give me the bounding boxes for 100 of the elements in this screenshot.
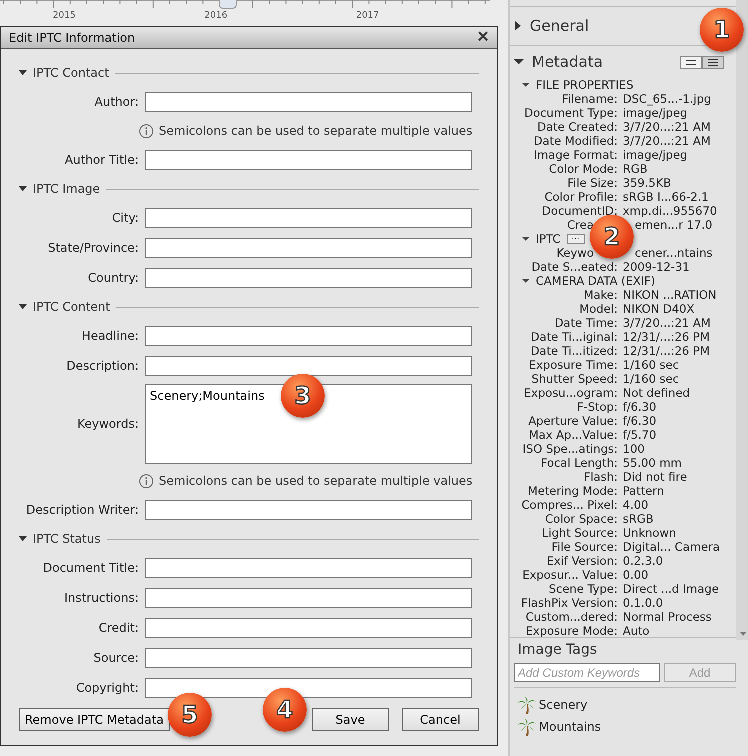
field-label: Description:	[66, 359, 140, 373]
input-field[interactable]	[145, 268, 472, 288]
field-label: Instructions:	[63, 591, 140, 605]
metadata-value: image/jpeg	[623, 148, 688, 162]
expanded-triangle-icon[interactable]	[522, 82, 530, 88]
metadata-label: Date S...eated:	[530, 260, 619, 274]
metadata-value: f/6.30	[623, 400, 657, 414]
expanded-triangle-icon[interactable]	[19, 69, 27, 77]
metadata-label: Date Created:	[536, 120, 619, 134]
metadata-label: Color Profile:	[544, 190, 619, 204]
metadata-value: Not defined	[623, 386, 690, 400]
metadata-label: ISO Spe...atings:	[522, 442, 619, 456]
metadata-value: emen...r 17.0	[634, 218, 713, 232]
list-icon	[686, 60, 696, 64]
expanded-triangle-icon[interactable]	[19, 535, 27, 543]
timeline-handle[interactable]	[219, 0, 237, 9]
metadata-value: 12/31/...:26 PM	[623, 344, 710, 358]
close-button[interactable]: ✕	[475, 30, 492, 45]
input-field[interactable]	[145, 356, 472, 376]
metadata-value: NIKON ...RATION	[623, 288, 717, 302]
input-field[interactable]	[145, 648, 472, 668]
section-title: IPTC Image	[33, 182, 100, 196]
field-label: Headline:	[80, 329, 140, 343]
input-field[interactable]	[145, 238, 472, 258]
tag-label[interactable]: Scenery	[539, 698, 588, 712]
info-icon	[139, 474, 154, 488]
metadata-label: Flash:	[582, 470, 619, 484]
metadata-value: NIKON D40X	[623, 302, 695, 316]
section-title: IPTC Content	[33, 300, 110, 314]
metadata-label: Date Ti...itized:	[530, 344, 619, 358]
section-title: IPTC Status	[33, 532, 101, 546]
expanded-triangle-icon[interactable]	[19, 303, 27, 311]
metadata-value: f/5.70	[623, 428, 657, 442]
metadata-label: Shutter Speed:	[530, 372, 619, 386]
metadata-value: RGB	[623, 162, 648, 176]
metadata-label: Aperture Value:	[528, 414, 619, 428]
metadata-label: Exposure Time:	[528, 358, 619, 372]
detail-view-button[interactable]	[702, 56, 724, 68]
expanded-triangle-icon[interactable]	[522, 278, 530, 284]
metadata-label: File Source:	[550, 540, 619, 554]
metadata-value: Auto	[623, 624, 650, 637]
collapsed-triangle-icon[interactable]	[514, 21, 522, 31]
input-field[interactable]	[145, 208, 472, 228]
dialog-button[interactable]: Cancel	[402, 708, 479, 731]
metadata-label: Metering Mode:	[527, 484, 619, 498]
panel-title[interactable]: General	[530, 17, 590, 35]
tag-label[interactable]: Mountains	[539, 720, 602, 734]
input-field[interactable]	[145, 500, 472, 520]
metadata-value: 55.00 mm	[623, 456, 682, 470]
group-title: FILE PROPERTIES	[536, 78, 634, 92]
metadata-label: Light Source:	[541, 526, 619, 540]
metadata-label: Image Format:	[532, 148, 619, 162]
section-title: Image Tags	[518, 642, 598, 658]
expanded-triangle-icon[interactable]	[19, 185, 27, 193]
input-field[interactable]	[145, 558, 472, 578]
metadata-label: Scene Type:	[548, 582, 619, 596]
input-field[interactable]	[145, 678, 472, 698]
input-field[interactable]	[145, 92, 472, 112]
hint-text: Semicolons can be used to separate multiple values	[159, 124, 473, 138]
scroll-down-icon[interactable]	[740, 632, 746, 636]
metadata-value: sRGB	[623, 512, 654, 526]
input-field[interactable]	[145, 618, 472, 638]
metadata-value: 1/160 sec	[623, 372, 680, 386]
metadata-label: Date Modified:	[532, 134, 619, 148]
input-field[interactable]	[145, 150, 472, 170]
metadata-value: Pattern	[623, 484, 664, 498]
field-label: City:	[111, 211, 140, 225]
list-icon	[708, 58, 718, 66]
field-label: Source:	[92, 651, 140, 665]
metadata-label: Exposu...ogram:	[523, 386, 619, 400]
expanded-triangle-icon[interactable]	[522, 236, 530, 242]
metadata-label: FlashPix Version:	[520, 596, 619, 610]
metadata-label: Date Ti...iginal:	[530, 330, 619, 344]
remove-button[interactable]: Remove IPTC Metadata	[19, 708, 170, 731]
more-button[interactable]: ···	[566, 234, 585, 244]
metadata-value: f/6.30	[623, 414, 657, 428]
compact-view-button[interactable]	[680, 56, 702, 68]
metadata-value: 359.5KB	[623, 176, 672, 190]
panel-title[interactable]: Metadata	[532, 53, 604, 71]
metadata-label: Color Space:	[544, 512, 619, 526]
year-label: 2017	[356, 11, 380, 21]
expanded-triangle-icon[interactable]	[514, 58, 524, 66]
metadata-label: Max Ap...Value:	[528, 428, 619, 442]
metadata-value: Did not fire	[623, 470, 688, 484]
metadata-value: 1/160 sec	[623, 358, 680, 372]
metadata-value: DSC_65...-1.jpg	[623, 92, 712, 106]
input-field[interactable]	[145, 326, 472, 346]
palm-tree-icon	[518, 696, 536, 714]
input-field[interactable]	[145, 588, 472, 608]
metadata-value: image/jpeg	[623, 106, 688, 120]
metadata-label: Color Mode:	[548, 162, 619, 176]
metadata-label: Exposur... Value:	[522, 568, 619, 582]
metadata-label: Exif Version:	[546, 554, 619, 568]
field-label: Copyright:	[75, 681, 140, 695]
year-label: 2015	[53, 11, 77, 21]
metadata-value: 3/7/20...:21 AM	[623, 120, 711, 134]
metadata-label: Make:	[582, 288, 619, 302]
scrollbar[interactable]	[736, 0, 748, 640]
dialog-button[interactable]: Save	[312, 708, 389, 731]
metadata-value: 2009-12-31	[623, 260, 690, 274]
